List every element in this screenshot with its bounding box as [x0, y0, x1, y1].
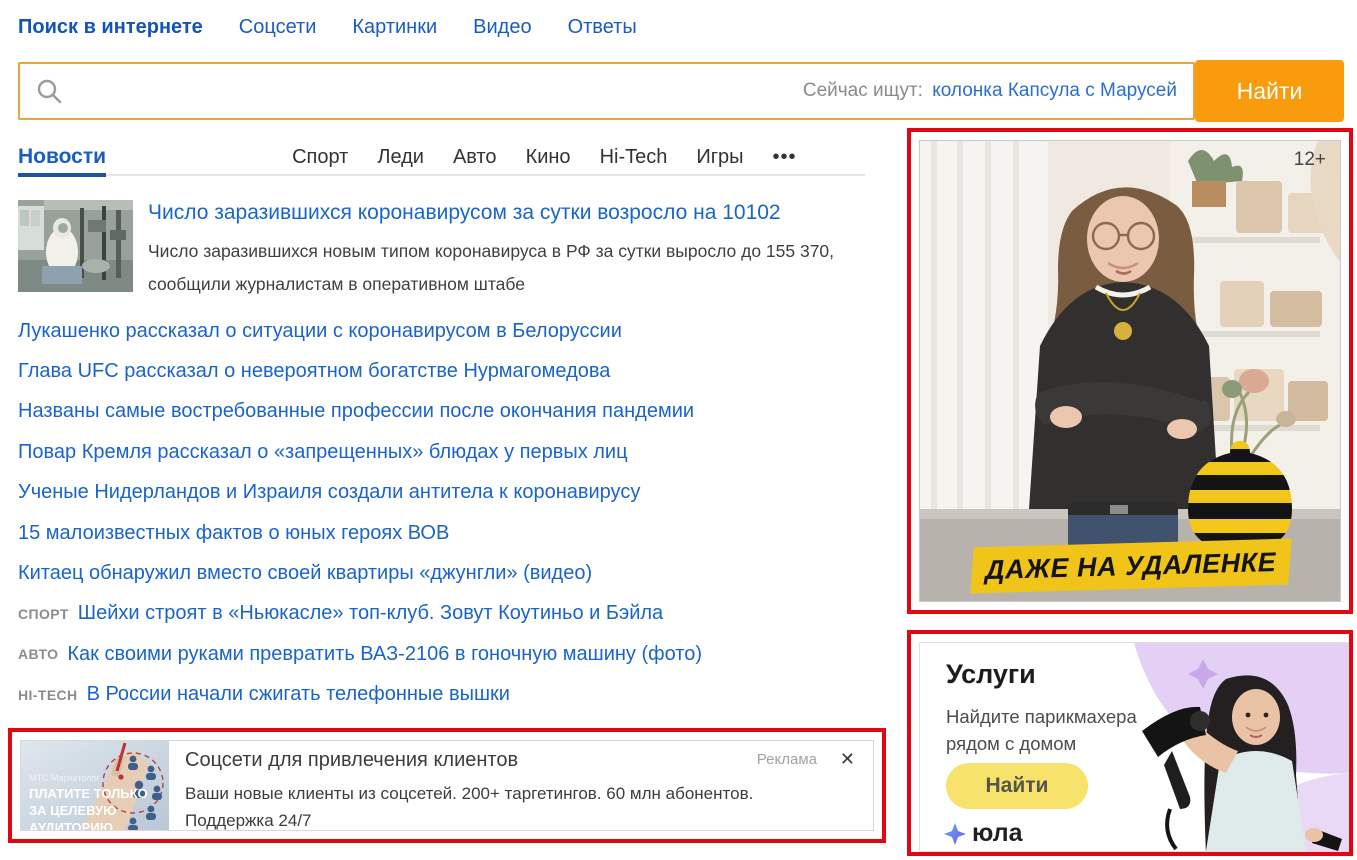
news-category-label: HI-TECH [18, 687, 78, 703]
news-headline-link[interactable]: Как своими руками превратить ВАЗ-2106 в … [67, 643, 702, 666]
beeline-ad-banner[interactable]: 12+ ДАЖЕ НА УДАЛЕНКЕ [919, 140, 1341, 602]
news-category-label: СПОРТ [18, 606, 69, 622]
lead-news-body: Число заразившихся коронавирусом за сутк… [148, 200, 848, 301]
news-list-item: Глава UFC рассказал о невероятном богатс… [18, 351, 865, 391]
news-list: Лукашенко рассказал о ситуации с коронав… [18, 311, 865, 715]
tab-hitech[interactable]: Hi-Tech [600, 146, 668, 169]
bottom-ad-image-text-3: АУДИТОРИЮ [29, 820, 113, 830]
hospital-photo [18, 200, 133, 292]
search-submit-button[interactable]: Найти [1195, 60, 1344, 122]
bottom-ad-image-text-1: ПЛАТИТЕ ТОЛЬКО [29, 786, 148, 801]
news-list-item: HI-TECH В России начали сжигать телефонн… [18, 675, 865, 715]
news-list-item: Названы самые востребованные профессии п… [18, 392, 865, 432]
youla-find-button[interactable]: Найти [946, 763, 1088, 809]
bottom-ad-description: Ваши новые клиенты из соцсетей. 200+ тар… [185, 780, 873, 831]
search-input[interactable] [72, 68, 816, 116]
news-headline-link[interactable]: Китаец обнаружил вместо своей квартиры «… [18, 562, 592, 585]
bottom-ad-image-text-2: ЗА ЦЕЛЕВУЮ [29, 803, 117, 818]
annotation-rectangle-bottom-ad: МТС Маркетолог ПЛАТИТЕ ТОЛЬКО ЗА ЦЕЛЕВУЮ… [8, 728, 886, 843]
annotation-rectangle-youla-ad: Услуги Найдите парикмахера рядом с домом… [907, 630, 1353, 856]
nav-link-answers[interactable]: Ответы [568, 16, 637, 39]
tab-news-active[interactable]: Новости [18, 145, 106, 169]
nav-link-web-search[interactable]: Поиск в интернете [18, 16, 203, 39]
ad-disclosure-label: Реклама [757, 751, 817, 768]
youla-brand-text: юла [972, 819, 1023, 848]
news-headline-link[interactable]: Лукашенко рассказал о ситуации с коронав… [18, 320, 622, 343]
lead-news-summary: Число заразившихся новым типом коронавир… [148, 235, 838, 301]
tab-kino[interactable]: Кино [526, 146, 571, 169]
news-headline-link[interactable]: Названы самые востребованные профессии п… [18, 400, 694, 423]
search-trending-hint: Сейчас ищут: колонка Капсула с Марусей [803, 80, 1177, 102]
news-list-item: Ученые Нидерландов и Израиля создали ант… [18, 473, 865, 513]
news-list-item: Повар Кремля рассказал о «запрещенных» б… [18, 432, 865, 472]
search-hint-query-link[interactable]: колонка Капсула с Марусей [932, 80, 1177, 101]
news-list-item: СПОРТ Шейхи строят в «Ньюкасле» топ-клуб… [18, 594, 865, 634]
news-headline-link[interactable]: Ученые Нидерландов и Израиля создали ант… [18, 481, 640, 504]
lead-news-thumbnail[interactable] [18, 200, 133, 292]
news-list-item: АВТО Как своими руками превратить ВАЗ-21… [18, 634, 865, 674]
nav-link-social[interactable]: Соцсети [239, 16, 317, 39]
close-icon[interactable]: ✕ [840, 749, 855, 770]
news-headline-link[interactable]: В России начали сжигать телефонные вышки [87, 683, 510, 706]
lead-news-title[interactable]: Число заразившихся коронавирусом за сутк… [148, 200, 848, 226]
youla-logo-icon [944, 823, 966, 845]
tab-lady[interactable]: Леди [377, 146, 424, 169]
search-bar[interactable]: Сейчас ищут: колонка Капсула с Марусей [18, 62, 1195, 120]
beeline-ribbon-text: ДАЖЕ НА УДАЛЕНКЕ [985, 546, 1277, 585]
search-icon [36, 78, 62, 104]
news-list-item: Лукашенко рассказал о ситуации с коронав… [18, 311, 865, 351]
news-headline-link[interactable]: Повар Кремля рассказал о «запрещенных» б… [18, 441, 628, 464]
news-headline-link[interactable]: 15 малоизвестных фактов о юных героях ВО… [18, 522, 449, 545]
lead-news-item: Число заразившихся коронавирусом за сутк… [18, 200, 865, 301]
tab-games[interactable]: Игры [696, 146, 743, 169]
age-restriction-badge: 12+ [1294, 149, 1326, 171]
news-list-item: Китаец обнаружил вместо своей квартиры «… [18, 553, 865, 593]
news-category-label: АВТО [18, 646, 58, 662]
youla-ad-subtitle: Найдите парикмахера рядом с домом [946, 703, 1176, 757]
active-tab-indicator [18, 173, 106, 177]
news-tabs: Новости Спорт Леди Авто Кино Hi-Tech Игр… [18, 140, 865, 176]
bottom-ad-description-line2: Поддержка 24/7 [185, 807, 873, 831]
news-headline-link[interactable]: Глава UFC рассказал о невероятном богатс… [18, 360, 610, 383]
nav-link-images[interactable]: Картинки [352, 16, 437, 39]
bottom-ad-card[interactable]: МТС Маркетолог ПЛАТИТЕ ТОЛЬКО ЗА ЦЕЛЕВУЮ… [20, 740, 874, 831]
bottom-ad-description-line1: Ваши новые клиенты из соцсетей. 200+ тар… [185, 780, 873, 807]
youla-brand[interactable]: юла [944, 819, 1023, 848]
bottom-ad-text-block: Соцсети для привлечения клиентов Ваши но… [185, 741, 873, 830]
tab-auto[interactable]: Авто [453, 146, 497, 169]
annotation-rectangle-beeline-ad: 12+ ДАЖЕ НА УДАЛЕНКЕ [907, 128, 1353, 614]
tab-sport[interactable]: Спорт [292, 146, 348, 169]
bottom-ad-image[interactable]: МТС Маркетолог ПЛАТИТЕ ТОЛЬКО ЗА ЦЕЛЕВУЮ… [21, 741, 169, 830]
nav-link-video[interactable]: Видео [473, 16, 531, 39]
bottom-ad-image-brand: МТС Маркетолог [29, 773, 100, 783]
beeline-ad-photo [920, 141, 1340, 601]
youla-ad-title: Услуги [946, 659, 1036, 690]
beeline-ribbon: ДАЖЕ НА УДАЛЕНКЕ [970, 539, 1291, 594]
news-list-item: 15 малоизвестных фактов о юных героях ВО… [18, 513, 865, 553]
youla-ad-card[interactable]: Услуги Найдите парикмахера рядом с домом… [919, 642, 1349, 852]
tabs-more-button[interactable]: ••• [773, 146, 797, 169]
news-headline-link[interactable]: Шейхи строят в «Ньюкасле» топ-клуб. Зову… [78, 602, 663, 625]
search-hint-label: Сейчас ищут: [803, 80, 923, 101]
top-navigation: Поиск в интернете Соцсети Картинки Видео… [18, 16, 637, 39]
